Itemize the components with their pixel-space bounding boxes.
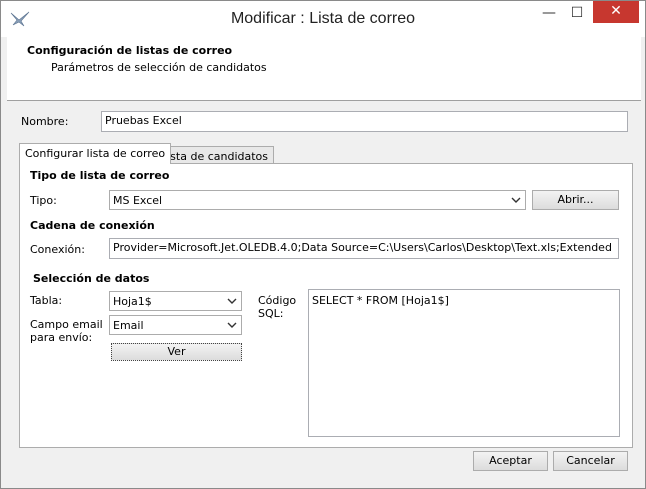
ver-button[interactable]: Ver — [111, 343, 242, 361]
tipo-label: Tipo: — [30, 194, 57, 207]
tabla-select-value: Hoja1$ — [113, 295, 152, 308]
conexion-input[interactable]: Provider=Microsoft.Jet.OLEDB.4.0;Data So… — [109, 238, 619, 259]
campo-email-select-value: Email — [113, 319, 144, 332]
conexion-label: Conexión: — [30, 243, 85, 256]
tipo-select-value: MS Excel — [113, 194, 163, 207]
chevron-down-icon — [511, 197, 521, 203]
codigo-sql-label-line1: Código — [258, 294, 297, 307]
sql-textarea[interactable]: SELECT * FROM [Hoja1$] — [308, 289, 620, 437]
conexion-section-heading: Cadena de conexión — [30, 219, 155, 232]
tipo-section-heading: Tipo de lista de correo — [30, 169, 170, 182]
dialog-window: Modificar : Lista de correo — ☐ ✕ Config… — [0, 0, 646, 489]
cancelar-button[interactable]: Cancelar — [553, 451, 628, 471]
nombre-input[interactable]: Pruebas Excel — [101, 111, 628, 132]
close-button[interactable]: ✕ — [593, 1, 639, 23]
tab-configurar-lista[interactable]: Configurar lista de correo — [19, 143, 172, 164]
tab-lista-candidatos[interactable]: Lista de candidatos — [155, 146, 275, 164]
aceptar-button[interactable]: Aceptar — [473, 451, 548, 471]
minimize-button[interactable]: — — [535, 1, 563, 27]
abrir-button[interactable]: Abrir... — [532, 190, 619, 210]
campo-email-label-line1: Campo email — [30, 318, 103, 331]
campo-email-label-line2: para envío: — [30, 331, 93, 344]
codigo-sql-label-line2: SQL: — [258, 307, 284, 320]
tipo-select[interactable]: MS Excel — [109, 190, 526, 210]
datos-section-heading: Selección de datos — [33, 272, 150, 285]
chevron-down-icon — [227, 322, 237, 328]
dialog-body: Nombre: Pruebas Excel Configurar lista d… — [7, 101, 641, 484]
nombre-label: Nombre: — [21, 115, 69, 128]
chevron-down-icon — [227, 298, 237, 304]
header-subtitle: Parámetros de selección de candidatos — [51, 61, 267, 74]
tabla-label: Tabla: — [30, 294, 63, 307]
tabla-select[interactable]: Hoja1$ — [109, 291, 242, 311]
title-bar: Modificar : Lista de correo — ☐ ✕ — [1, 1, 645, 37]
header-panel: Configuración de listas de correo Paráme… — [7, 37, 641, 101]
maximize-button[interactable]: ☐ — [563, 1, 591, 27]
tab-panel: Tipo de lista de correo Tipo: MS Excel A… — [19, 163, 633, 448]
header-title: Configuración de listas de correo — [27, 44, 233, 57]
campo-email-select[interactable]: Email — [109, 315, 242, 335]
